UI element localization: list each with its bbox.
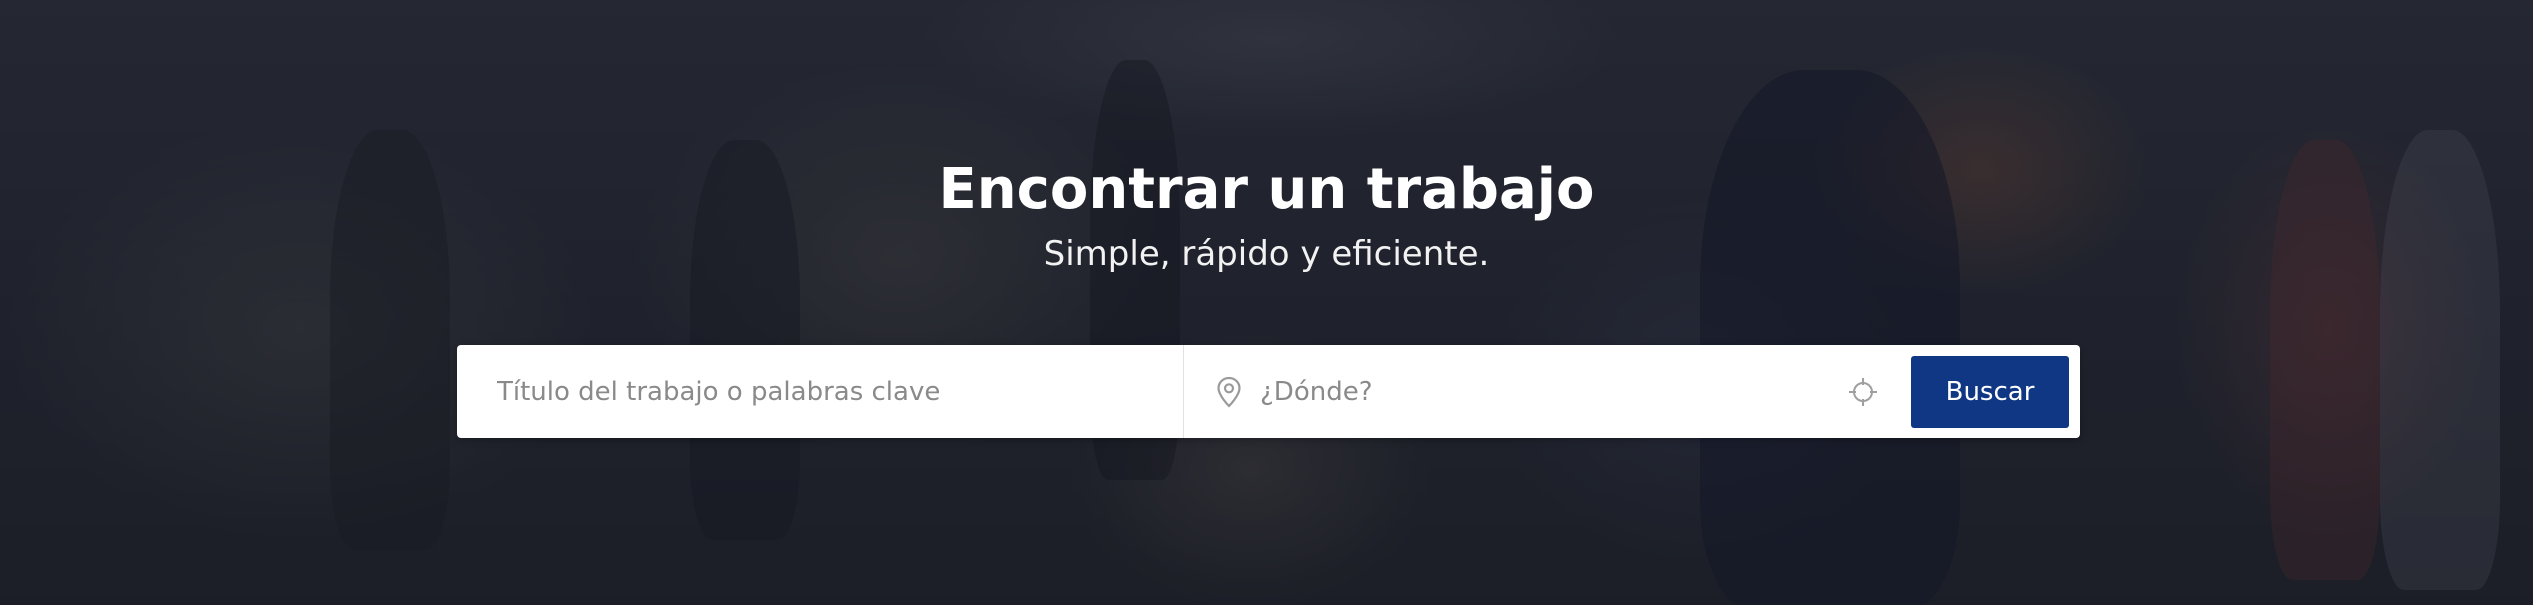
hero-content: Encontrar un trabajo Simple, rápido y ef… [0,0,2533,605]
map-pin-icon [1214,375,1244,409]
page-title: Encontrar un trabajo [938,157,1595,222]
hero-section: Encontrar un trabajo Simple, rápido y ef… [0,0,2533,605]
page-subtitle: Simple, rápido y eficiente. [1043,234,1490,274]
keywords-input[interactable] [495,375,1183,408]
search-button[interactable]: Buscar [1911,355,2069,428]
job-search-form: Buscar [457,345,2080,438]
keywords-field-wrapper [457,345,1184,438]
location-field-wrapper [1184,345,1911,438]
location-input[interactable] [1258,375,1845,408]
crosshair-icon[interactable] [1845,374,1881,410]
